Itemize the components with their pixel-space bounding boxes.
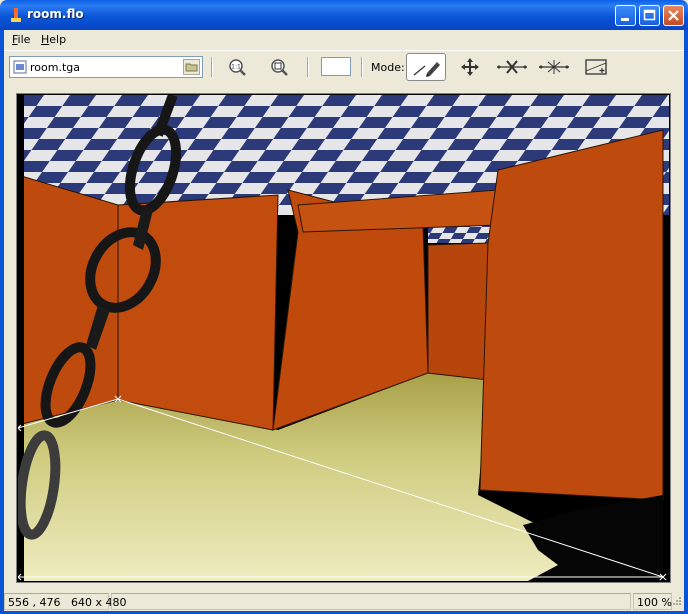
close-button[interactable] [663, 5, 684, 26]
mode-draw-line-button[interactable] [406, 53, 446, 81]
status-zoom: 100 % [633, 593, 672, 610]
rendered-room-image[interactable] [18, 95, 669, 581]
maximize-icon [643, 9, 656, 21]
menu-file[interactable]: File [12, 33, 30, 46]
window-frame-left [0, 30, 4, 614]
pen-line-icon [413, 62, 440, 77]
zoom-actual-size-button[interactable]: 1:1 [225, 55, 251, 81]
folder-open-icon[interactable] [183, 59, 200, 75]
status-bar: 556 , 476 640 x 480 100 % [4, 593, 684, 611]
image-file-icon [13, 60, 27, 74]
mode-point-edit-button[interactable] [534, 53, 574, 81]
toolbar: room.tga 1:1 Mode: [4, 50, 684, 85]
toolbar-separator [307, 57, 309, 77]
mode-move-button[interactable] [450, 53, 490, 81]
zoom-1to1-icon: 1:1 [229, 59, 246, 76]
file-name: room.tga [30, 61, 80, 74]
app-icon [11, 8, 21, 22]
line-star-icon [539, 60, 569, 74]
cursor-coordinates: 556 , 476 [8, 596, 61, 609]
line-cross-icon [497, 60, 527, 74]
file-selector[interactable]: room.tga [9, 56, 203, 78]
minimize-button[interactable] [615, 5, 636, 26]
minimize-icon [621, 18, 629, 21]
move-arrows-icon [461, 58, 479, 76]
resize-grip-icon[interactable] [672, 596, 682, 606]
image-viewport[interactable] [16, 93, 671, 583]
toolbar-separator [361, 57, 363, 77]
mode-label: Mode: [371, 61, 405, 74]
rect-region-icon [585, 59, 607, 75]
maximize-button[interactable] [639, 5, 660, 26]
zoom-input[interactable] [321, 57, 351, 76]
zoom-fit-icon [271, 59, 288, 76]
menu-bar: File Help [4, 30, 684, 50]
window-frame-right [684, 30, 688, 614]
zoom-fit-button[interactable] [267, 55, 293, 81]
svg-text:1:1: 1:1 [231, 64, 241, 71]
toolbar-separator [211, 57, 213, 77]
close-icon [668, 10, 679, 21]
mode-line-edit-button[interactable] [492, 53, 532, 81]
menu-help[interactable]: Help [41, 33, 66, 46]
window-title: room.flo [27, 7, 84, 21]
title-bar[interactable]: room.flo [0, 0, 688, 30]
status-filler [111, 593, 631, 610]
status-coordinates: 556 , 476 640 x 480 [4, 593, 126, 610]
mode-region-button[interactable] [576, 53, 616, 81]
